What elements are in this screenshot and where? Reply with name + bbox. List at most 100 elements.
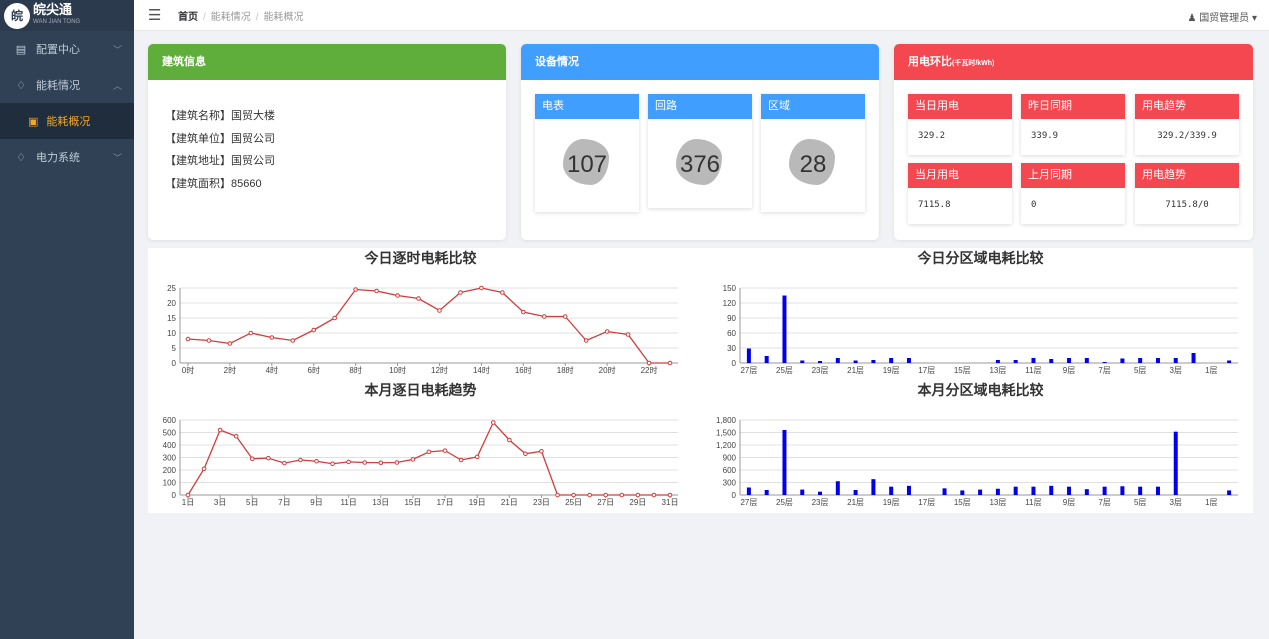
y-tick-label: 10	[167, 329, 176, 338]
bar	[835, 481, 840, 495]
sidebar: 皖 皖尖通 WAN JIAN TONG ▤ 配置中心 ﹀ ♢ 能耗情况 ︿ ▣ 能耗概况 ♢…	[0, 0, 134, 639]
bar	[1031, 358, 1036, 363]
x-tick-label: 15层	[954, 366, 971, 375]
sidebar-item-power[interactable]: ♢ 电力系统 ﹀	[0, 139, 134, 175]
bar	[1102, 362, 1107, 363]
data-point	[362, 460, 368, 465]
bar	[995, 488, 1000, 495]
y-tick-label: 600	[163, 416, 177, 425]
bar	[800, 489, 805, 495]
data-point	[474, 454, 480, 460]
bar	[1120, 486, 1125, 495]
hourly-chart-svg: 0 5 10 15 20 25 0时 2时 4时 6时 8时 10时 12时 14时 16时 18时 20时 22…	[167, 284, 678, 375]
user-icon: ♟	[1187, 13, 1197, 24]
data-point	[437, 308, 442, 313]
device-status-card: 设备情况 电表 107 回路 376 区域 28	[521, 44, 879, 240]
data-point	[651, 492, 657, 498]
bar	[906, 358, 911, 363]
bar	[1173, 431, 1178, 495]
bar	[1120, 358, 1125, 363]
x-tick-label: 1日	[182, 498, 194, 507]
x-tick-label: 25日	[565, 498, 582, 507]
sidebar-menu: ▤ 配置中心 ﹀ ♢ 能耗情况 ︿ ▣ 能耗概况 ♢ 电力系统 ﹀	[0, 31, 134, 175]
hourly-chart: 今日逐时电耗比较 0 5 10 15 20 25 0时 2时 4时 6时 8时 10时 12时 14时 16…	[148, 248, 693, 380]
data-point	[562, 314, 568, 319]
sidebar-item-config[interactable]: ▤ 配置中心 ﹀	[0, 31, 134, 67]
sidebar-item-label: 电力系统	[36, 152, 80, 164]
breadcrumb-home[interactable]: 首页	[178, 12, 198, 23]
area-tile[interactable]: 区域 28	[761, 94, 865, 212]
x-tick-label: 11日	[341, 498, 357, 507]
y-tick-label: 0	[732, 359, 737, 368]
x-tick-label: 20时	[599, 365, 616, 375]
bar	[960, 490, 965, 495]
logo[interactable]: 皖 皖尖通 WAN JIAN TONG	[0, 0, 134, 31]
bell-icon: ♢	[16, 151, 26, 164]
y-tick-label: 15	[167, 314, 176, 323]
data-point	[233, 433, 239, 439]
x-tick-label: 9层	[1063, 366, 1075, 375]
x-tick-label: 14时	[473, 365, 490, 375]
card-title: 建筑信息	[148, 44, 506, 80]
chevron-down-icon: ﹀	[112, 152, 122, 163]
x-tick-label: 13日	[372, 498, 389, 507]
region-month-chart-svg: 0 300 600 900 1,200 1,500 1,800 27层 25层 23层 21层 19层…	[716, 416, 1238, 507]
data-point	[374, 288, 379, 294]
x-tick-label: 5层	[1134, 366, 1146, 375]
data-point	[249, 456, 255, 462]
user-menu[interactable]: ♟ 国贸管理员 ▾	[1187, 9, 1257, 24]
bar	[1173, 358, 1178, 363]
y-tick-label: 1,800	[716, 416, 737, 425]
x-tick-label: 21层	[847, 498, 864, 507]
x-tick-label: 17日	[437, 498, 454, 507]
y-tick-label: 60	[727, 329, 736, 338]
power-ratio-card: 用电环比(千瓦时/kWh) 当日用电 329.2 昨日同期 339.9 用电趋势 32…	[894, 44, 1253, 240]
x-tick-label: 1层	[1205, 498, 1217, 507]
bar	[978, 489, 983, 495]
x-tick-label: 31日	[662, 498, 679, 507]
y-tick-label: 200	[163, 466, 177, 475]
bar	[853, 360, 858, 363]
data-point	[298, 457, 303, 463]
x-tick-label: 19日	[469, 498, 486, 507]
data-point	[604, 329, 610, 334]
x-tick-label: 3层	[1170, 366, 1182, 375]
card-title: 用电环比(千瓦时/kWh)	[894, 44, 1253, 80]
bell-icon: ♢	[16, 79, 26, 92]
x-tick-label: 7层	[1098, 498, 1110, 507]
bar	[1013, 360, 1018, 363]
circuit-tile[interactable]: 回路 376	[648, 94, 752, 208]
logo-icon: 皖	[4, 2, 30, 29]
y-tick-label: 300	[723, 479, 737, 488]
building-address: 【建筑地址】国贸公司	[165, 155, 275, 168]
region-today-chart-svg: 0 30 60 90 120 150 27层 25层 23层 21层 19层 17层 15层 13层 11层…	[723, 284, 1238, 375]
data-point	[667, 360, 673, 366]
x-tick-label: 22时	[641, 365, 658, 375]
logo-text: 皖尖通 WAN JIAN TONG	[33, 1, 81, 25]
y-tick-label: 100	[163, 479, 177, 488]
data-point	[266, 455, 271, 461]
x-tick-label: 13层	[989, 498, 1006, 507]
hamburger-icon[interactable]: ☰	[148, 6, 164, 24]
data-point	[539, 448, 544, 454]
bar	[782, 295, 787, 363]
meter-tile[interactable]: 电表 107	[535, 94, 639, 212]
y-tick-label: 1,500	[716, 429, 737, 438]
card-title: 设备情况	[521, 44, 879, 80]
tile-title: 电表	[535, 94, 639, 119]
data-point	[500, 290, 505, 295]
x-tick-label: 2时	[224, 365, 236, 375]
sidebar-item-energy[interactable]: ♢ 能耗情况 ︿	[0, 67, 134, 103]
sidebar-item-energy-overview[interactable]: ▣ 能耗概况	[0, 103, 134, 139]
data-point	[394, 460, 400, 465]
y-tick-label: 300	[163, 454, 177, 463]
top-navbar: ☰ 首页 / 能耗情况 / 能耗概况 ♟ 国贸管理员 ▾	[134, 0, 1269, 31]
breadcrumb: 首页 / 能耗情况 / 能耗概况	[178, 11, 304, 23]
data-point	[330, 461, 335, 467]
data-point	[314, 458, 319, 464]
x-tick-label: 5层	[1134, 498, 1146, 507]
bar	[1155, 358, 1160, 363]
bar	[889, 486, 894, 495]
x-tick-label: 25层	[776, 366, 793, 375]
x-tick-label: 11层	[1025, 366, 1041, 375]
